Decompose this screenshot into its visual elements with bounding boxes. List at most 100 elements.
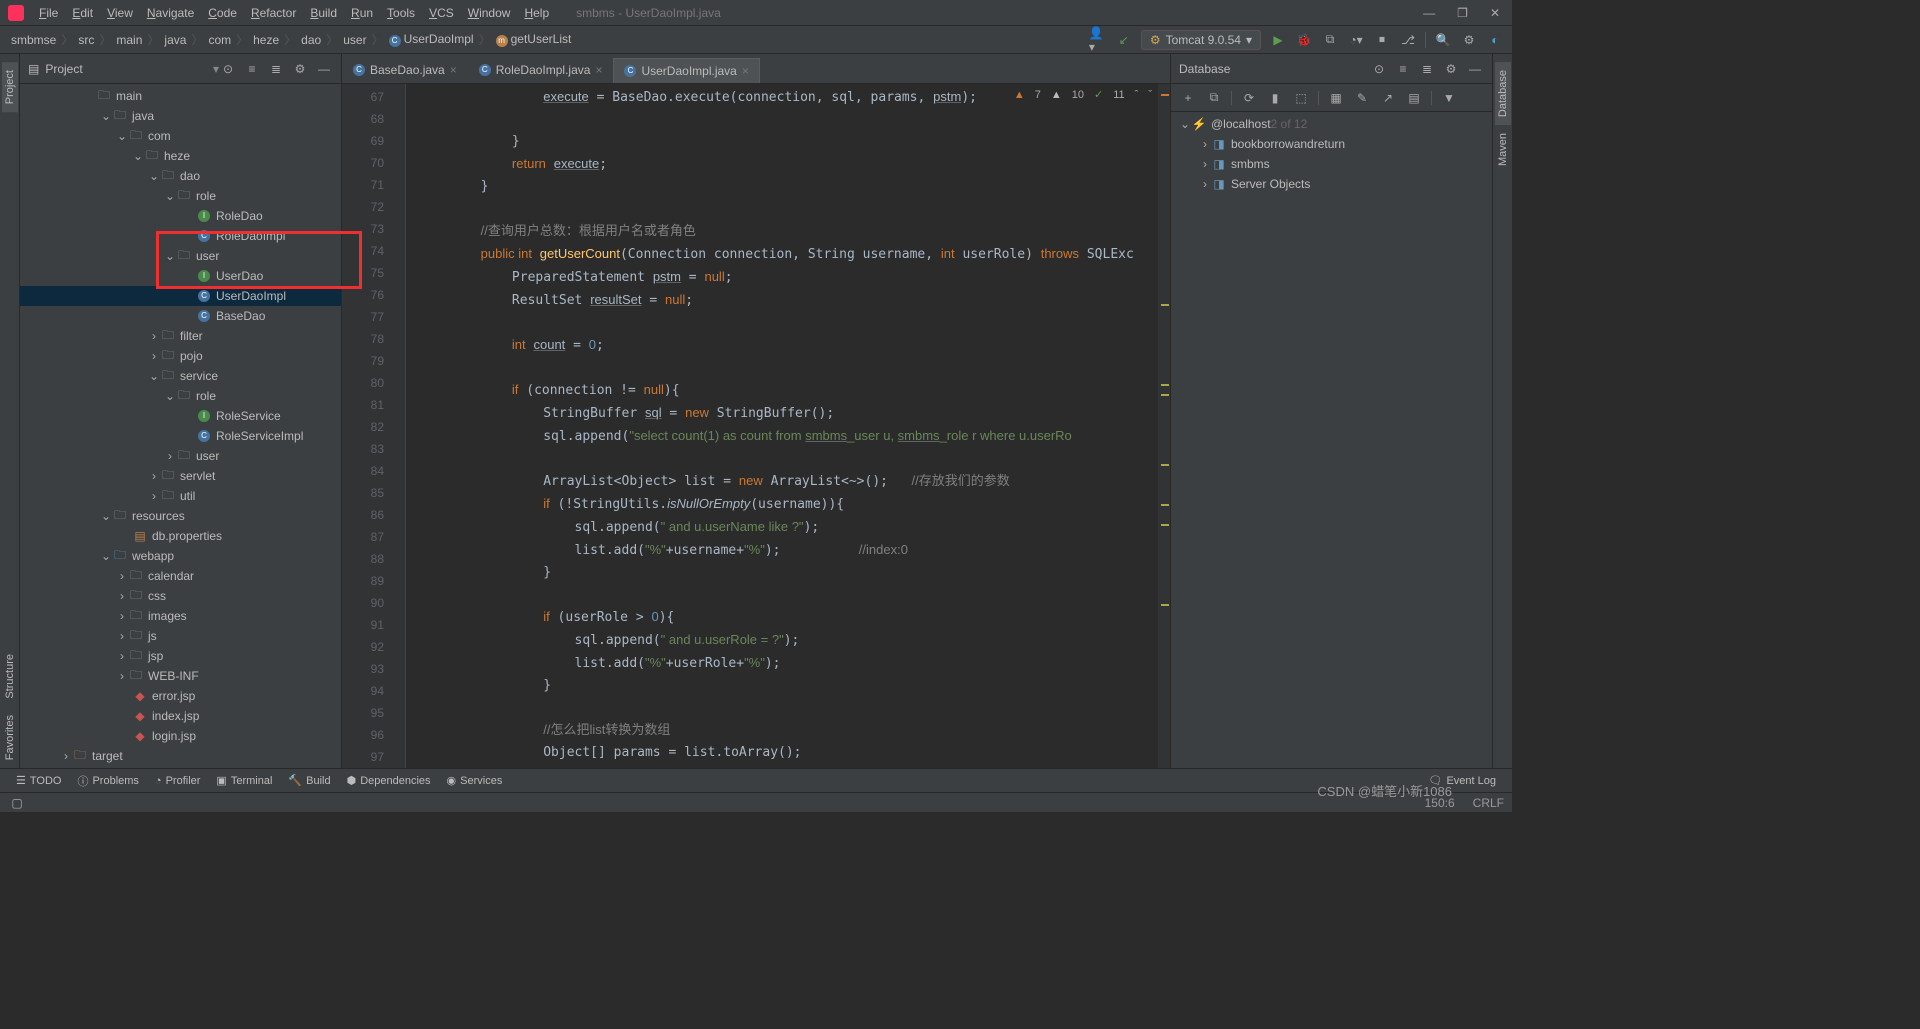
project-panel-title[interactable]: Project bbox=[45, 62, 209, 76]
tree-toggle[interactable]: › bbox=[116, 629, 128, 643]
tree-item-resources[interactable]: ⌄🗀resources bbox=[20, 506, 341, 526]
collapse-all-icon[interactable]: ≣ bbox=[267, 60, 285, 78]
tree-toggle[interactable]: › bbox=[116, 669, 128, 683]
select-opened-icon[interactable]: ⊙ bbox=[219, 60, 237, 78]
expand-icon[interactable]: ≡ bbox=[1394, 60, 1412, 78]
structure-tool-tab[interactable]: Structure bbox=[2, 646, 18, 707]
hide-panel-icon[interactable]: — bbox=[1466, 60, 1484, 78]
tree-item-UserDaoImpl[interactable]: CUserDaoImpl bbox=[20, 286, 341, 306]
breadcrumb-src[interactable]: src bbox=[75, 33, 97, 47]
tree-item-service[interactable]: ⌄🗀service bbox=[20, 366, 341, 386]
project-tree[interactable]: 🗀main⌄🗀java⌄🗀com⌄🗀heze⌄🗀dao⌄🗀roleIRoleDa… bbox=[20, 84, 341, 768]
breadcrumb-UserDaoImpl[interactable]: CUserDaoImpl bbox=[386, 32, 477, 47]
tree-toggle[interactable]: › bbox=[148, 489, 160, 503]
tree-toggle[interactable]: › bbox=[148, 349, 160, 363]
tree-toggle[interactable]: › bbox=[1199, 137, 1211, 151]
menu-build[interactable]: Build bbox=[303, 6, 344, 20]
tree-item-java[interactable]: ⌄🗀java bbox=[20, 106, 341, 126]
close-tab-icon[interactable]: × bbox=[595, 63, 602, 77]
tree-item-calendar[interactable]: ›🗀calendar bbox=[20, 566, 341, 586]
project-tool-tab[interactable]: Project bbox=[2, 62, 18, 112]
learn-icon[interactable]: ◐ bbox=[1486, 31, 1504, 49]
tree-item-user[interactable]: ›🗀user bbox=[20, 446, 341, 466]
menu-vcs[interactable]: VCS bbox=[422, 6, 461, 20]
tree-toggle[interactable]: ⌄ bbox=[148, 169, 160, 183]
tree-toggle[interactable]: ⌄ bbox=[164, 389, 176, 403]
line-number-gutter[interactable]: 6768697071727374757677787980818283848586… bbox=[342, 84, 392, 768]
tree-item-dao[interactable]: ⌄🗀dao bbox=[20, 166, 341, 186]
profile-button[interactable]: ◔▾ bbox=[1347, 31, 1365, 49]
tree-toggle[interactable]: ⌄ bbox=[148, 369, 160, 383]
favorites-tool-tab[interactable]: Favorites bbox=[2, 707, 18, 768]
next-highlight-icon[interactable]: ˇ bbox=[1148, 89, 1152, 101]
tree-item-heze[interactable]: ⌄🗀heze bbox=[20, 146, 341, 166]
database-tree[interactable]: ⌄⚡@localhost 2 of 12›◨bookborrowandretur… bbox=[1171, 112, 1492, 768]
editor-tab-RoleDaoImpl.java[interactable]: CRoleDaoImpl.java× bbox=[468, 57, 614, 83]
tree-toggle[interactable]: › bbox=[148, 469, 160, 483]
tree-toggle[interactable]: ⌄ bbox=[164, 189, 176, 203]
fold-gutter[interactable] bbox=[392, 84, 406, 768]
db-item-@localhost[interactable]: ⌄⚡@localhost 2 of 12 bbox=[1171, 114, 1492, 134]
minimize-button[interactable]: — bbox=[1419, 6, 1439, 20]
tree-toggle[interactable]: › bbox=[116, 569, 128, 583]
tree-toggle[interactable]: ⌄ bbox=[1179, 117, 1191, 131]
coverage-button[interactable]: ⧉ bbox=[1321, 31, 1339, 49]
services-tool-button[interactable]: ◉Services bbox=[439, 774, 511, 787]
tx-icon[interactable]: ⬚ bbox=[1292, 89, 1310, 107]
problems-tool-button[interactable]: ⓘProblems bbox=[69, 773, 146, 789]
add-datasource-icon[interactable]: + bbox=[1179, 89, 1197, 107]
breadcrumb-dao[interactable]: dao bbox=[298, 33, 324, 47]
refresh-icon[interactable]: ⟳ bbox=[1240, 89, 1258, 107]
breadcrumb-java[interactable]: java bbox=[161, 33, 189, 47]
tree-item-UserDao[interactable]: IUserDao bbox=[20, 266, 341, 286]
settings-icon[interactable]: ⚙ bbox=[1460, 31, 1478, 49]
menu-refactor[interactable]: Refactor bbox=[244, 6, 303, 20]
menu-run[interactable]: Run bbox=[344, 6, 380, 20]
run-configuration-selector[interactable]: ⚙ Tomcat 9.0.54 ▾ bbox=[1141, 30, 1261, 50]
stop-icon[interactable]: ▮ bbox=[1266, 89, 1284, 107]
tree-toggle[interactable]: › bbox=[116, 649, 128, 663]
edit-icon[interactable]: ✎ bbox=[1353, 89, 1371, 107]
export-icon[interactable]: ↗ bbox=[1379, 89, 1397, 107]
tree-item-WEB-INF[interactable]: ›🗀WEB-INF bbox=[20, 666, 341, 686]
maximize-button[interactable]: ❐ bbox=[1453, 6, 1472, 20]
db-item-bookborrowandreturn[interactable]: ›◨bookborrowandreturn bbox=[1171, 134, 1492, 154]
menu-tools[interactable]: Tools bbox=[380, 6, 422, 20]
menu-help[interactable]: Help bbox=[517, 6, 556, 20]
db-item-smbms[interactable]: ›◨smbms bbox=[1171, 154, 1492, 174]
run-button[interactable]: ▶ bbox=[1269, 31, 1287, 49]
menu-edit[interactable]: Edit bbox=[65, 6, 100, 20]
tree-item-RoleService[interactable]: IRoleService bbox=[20, 406, 341, 426]
menu-navigate[interactable]: Navigate bbox=[140, 6, 201, 20]
tree-toggle[interactable]: ⌄ bbox=[100, 549, 112, 563]
tree-item-filter[interactable]: ›🗀filter bbox=[20, 326, 341, 346]
vcs-update-icon[interactable]: ↙ bbox=[1115, 31, 1133, 49]
close-tab-icon[interactable]: × bbox=[742, 64, 749, 78]
tree-item-com[interactable]: ⌄🗀com bbox=[20, 126, 341, 146]
collapse-icon[interactable]: ≣ bbox=[1418, 60, 1436, 78]
tree-toggle[interactable]: › bbox=[116, 589, 128, 603]
database-tool-tab[interactable]: Database bbox=[1495, 62, 1511, 125]
tree-item-user[interactable]: ⌄🗀user bbox=[20, 246, 341, 266]
tree-item-index.jsp[interactable]: ◆index.jsp bbox=[20, 706, 341, 726]
breadcrumb-getUserList[interactable]: mgetUserList bbox=[493, 32, 575, 47]
tree-toggle[interactable]: › bbox=[1199, 157, 1211, 171]
tree-item-pojo[interactable]: ›🗀pojo bbox=[20, 346, 341, 366]
db-item-Server Objects[interactable]: ›◨Server Objects bbox=[1171, 174, 1492, 194]
tree-item-db.properties[interactable]: ▤db.properties bbox=[20, 526, 341, 546]
jump-to-console-icon[interactable]: ▦ bbox=[1327, 89, 1345, 107]
tree-item-main[interactable]: 🗀main bbox=[20, 86, 341, 106]
tree-item-util[interactable]: ›🗀util bbox=[20, 486, 341, 506]
tree-toggle[interactable]: ⌄ bbox=[132, 149, 144, 163]
tree-item-images[interactable]: ›🗀images bbox=[20, 606, 341, 626]
prev-highlight-icon[interactable]: ˆ bbox=[1135, 89, 1139, 101]
tree-item-BaseDao[interactable]: CBaseDao bbox=[20, 306, 341, 326]
tree-item-webapp[interactable]: ⌄🗀webapp bbox=[20, 546, 341, 566]
breadcrumb-user[interactable]: user bbox=[340, 33, 369, 47]
error-stripe[interactable] bbox=[1158, 84, 1170, 768]
tool-windows-icon[interactable]: ▢ bbox=[8, 794, 26, 812]
breadcrumbs[interactable]: smbmse〉src〉main〉java〉com〉heze〉dao〉user〉C… bbox=[8, 31, 574, 48]
tree-item-jsp[interactable]: ›🗀jsp bbox=[20, 646, 341, 666]
profiler-tool-button[interactable]: ◔Profiler bbox=[147, 775, 209, 787]
settings-icon[interactable]: ⚙ bbox=[291, 60, 309, 78]
